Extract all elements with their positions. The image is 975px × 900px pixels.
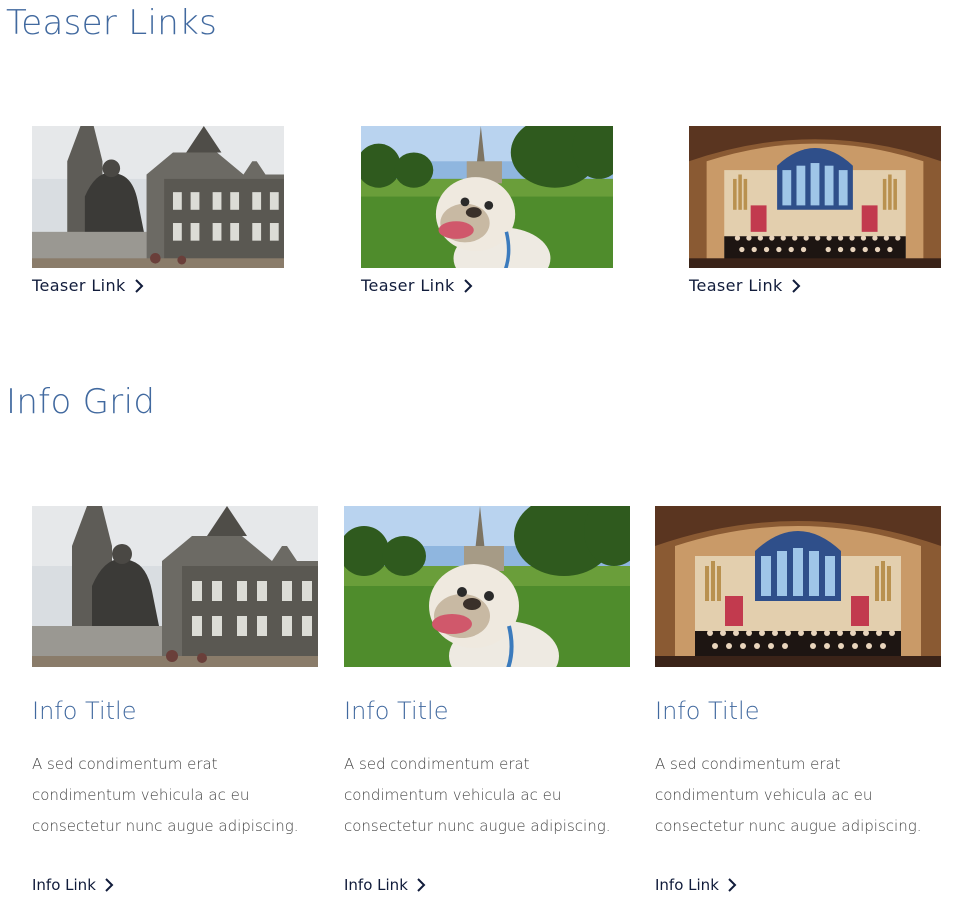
info-link-label: Info Link <box>32 876 96 894</box>
info-card-title: Info Title <box>32 697 137 725</box>
teaser-card: Teaser Link <box>361 126 613 295</box>
teaser-links-heading: Teaser Links <box>6 3 218 43</box>
info-card: Info Title A sed condimentum erat condim… <box>32 506 318 894</box>
chevron-right-icon <box>464 278 473 293</box>
teaser-link-label: Teaser Link <box>32 276 126 295</box>
teaser-card: Teaser Link <box>32 126 284 295</box>
bulldog-on-lawn-photo <box>344 506 630 667</box>
chevron-right-icon <box>792 278 801 293</box>
chevron-right-icon <box>105 878 114 892</box>
info-card-body: A sed condimentum erat condimentum vehic… <box>32 755 299 835</box>
teaser-link[interactable]: Teaser Link <box>361 276 473 295</box>
teaser-card: Teaser Link <box>689 126 941 295</box>
info-link-label: Info Link <box>655 876 719 894</box>
info-card-title: Info Title <box>655 697 760 725</box>
chevron-right-icon <box>135 278 144 293</box>
chapel-choir-photo <box>655 506 941 667</box>
teaser-link-label: Teaser Link <box>689 276 783 295</box>
chevron-right-icon <box>728 878 737 892</box>
teaser-link[interactable]: Teaser Link <box>32 276 144 295</box>
university-building-statue-photo[interactable] <box>32 126 284 268</box>
chevron-right-icon <box>417 878 426 892</box>
info-card-title: Info Title <box>344 697 449 725</box>
info-card: Info Title A sed condimentum erat condim… <box>655 506 941 894</box>
teaser-link-label: Teaser Link <box>361 276 455 295</box>
info-link[interactable]: Info Link <box>655 876 737 894</box>
info-card-body: A sed condimentum erat condimentum vehic… <box>344 755 611 835</box>
info-link-label: Info Link <box>344 876 408 894</box>
university-building-statue-photo <box>32 506 318 667</box>
info-link[interactable]: Info Link <box>32 876 114 894</box>
teaser-link[interactable]: Teaser Link <box>689 276 801 295</box>
info-grid-heading: Info Grid <box>6 382 156 422</box>
info-card-body: A sed condimentum erat condimentum vehic… <box>655 755 922 835</box>
chapel-choir-photo[interactable] <box>689 126 941 268</box>
info-card: Info Title A sed condimentum erat condim… <box>344 506 630 894</box>
bulldog-on-lawn-photo[interactable] <box>361 126 613 268</box>
info-link[interactable]: Info Link <box>344 876 426 894</box>
